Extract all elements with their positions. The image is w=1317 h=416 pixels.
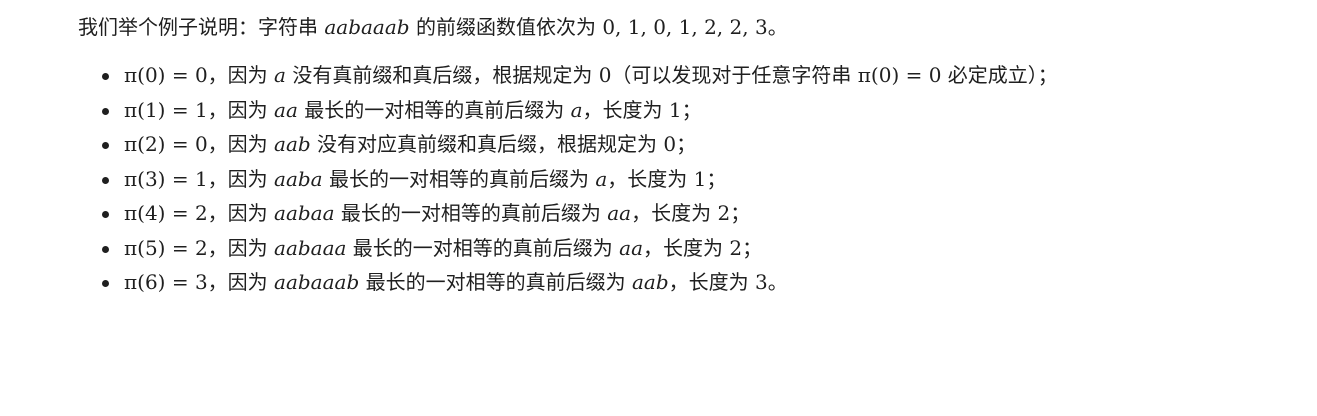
item-value: 0 xyxy=(598,63,612,87)
bullet-icon xyxy=(102,142,109,149)
item-text: 没有真前缀和真后缀，根据规定为 xyxy=(285,63,599,87)
intro-prefix: 我们举个例子说明：字符串 xyxy=(78,15,325,39)
item-text: ； xyxy=(730,201,751,225)
item-text: ； xyxy=(706,166,727,191)
item-equation: π(5) = 2 xyxy=(124,235,208,260)
document-content: 我们举个例子说明：字符串 aabaaab 的前缀函数值依次为 0, 1, 0, … xyxy=(78,10,1258,300)
item-text: ，长度为 xyxy=(643,235,730,260)
item-value: 0 xyxy=(663,132,677,156)
list-item: π(0) = 0，因为 a 没有真前缀和真后缀，根据规定为 0（可以发现对于任意… xyxy=(78,58,1258,93)
prefix-function-list: π(0) = 0，因为 a 没有真前缀和真后缀，根据规定为 0（可以发现对于任意… xyxy=(78,58,1258,300)
item-string: aa xyxy=(274,97,298,122)
list-item: π(5) = 2，因为 aabaaa 最长的一对相等的真前后缀为 aa，长度为 … xyxy=(78,231,1258,266)
item-text: 必定成立）； xyxy=(941,63,1058,87)
item-string: aabaa xyxy=(274,201,335,225)
item-text: 最长的一对相等的真前后缀为 xyxy=(322,166,596,191)
item-border: a xyxy=(570,97,583,122)
bullet-icon xyxy=(102,73,109,80)
item-equation: π(0) = 0 xyxy=(124,63,208,87)
item-equation: π(4) = 2 xyxy=(124,201,208,225)
list-item: π(4) = 2，因为 aabaa 最长的一对相等的真前后缀为 aa，长度为 2… xyxy=(78,196,1258,231)
item-text: ，长度为 xyxy=(668,270,755,294)
item-text: 没有对应真前缀和真后缀，根据规定为 xyxy=(310,132,664,156)
item-text: 最长的一对相等的真前后缀为 xyxy=(297,97,571,122)
item-text: ，因为 xyxy=(207,270,275,294)
list-item: π(1) = 1，因为 aa 最长的一对相等的真前后缀为 a，长度为 1； xyxy=(78,93,1258,128)
item-border: aab xyxy=(631,270,669,294)
list-item: π(3) = 1，因为 aaba 最长的一对相等的真前后缀为 a，长度为 1； xyxy=(78,162,1258,197)
item-value: 1 xyxy=(668,97,682,122)
item-text: ，因为 xyxy=(207,132,275,156)
item-text: ，长度为 xyxy=(607,166,694,191)
item-string: aab xyxy=(274,132,311,156)
item-text: ，因为 xyxy=(207,97,275,122)
item-border: a xyxy=(595,166,608,191)
bullet-icon xyxy=(102,176,109,184)
item-text: ； xyxy=(681,97,702,122)
item-equation: π(3) = 1 xyxy=(124,166,208,191)
item-text: ，因为 xyxy=(207,63,275,87)
bullet-icon xyxy=(102,280,109,287)
item-equation: π(2) = 0 xyxy=(124,132,208,156)
item-text: ； xyxy=(676,132,697,156)
item-value: 2 xyxy=(729,235,743,260)
item-string: a xyxy=(274,63,286,87)
bullet-icon xyxy=(102,211,109,218)
item-border: aa xyxy=(619,235,644,260)
item-text: ，因为 xyxy=(207,166,275,191)
item-text: 最长的一对相等的真前后缀为 xyxy=(346,235,620,260)
bullet-icon xyxy=(102,245,109,253)
item-string: aabaaa xyxy=(274,235,347,260)
item-equation: π(1) = 1 xyxy=(124,97,208,122)
item-string: aabaaab xyxy=(274,270,360,294)
item-border: aa xyxy=(607,201,632,225)
intro-middle: 的前缀函数值依次为 xyxy=(409,15,603,39)
intro-values: 0, 1, 0, 1, 2, 2, 3 xyxy=(602,15,768,39)
list-item: π(6) = 3，因为 aabaaab 最长的一对相等的真前后缀为 aab，长度… xyxy=(78,265,1258,300)
intro-string: aabaaab xyxy=(324,15,410,39)
item-text: （可以发现对于任意字符串 xyxy=(611,63,858,87)
item-value: 3 xyxy=(755,270,768,294)
bullet-icon xyxy=(102,107,109,115)
item-equation: π(0) = 0 xyxy=(857,63,942,87)
item-text: ，因为 xyxy=(207,235,275,260)
item-string: aaba xyxy=(274,166,323,191)
item-text: 最长的一对相等的真前后缀为 xyxy=(359,270,632,294)
item-value: 2 xyxy=(717,201,731,225)
item-equation: π(6) = 3 xyxy=(124,270,208,294)
list-item: π(2) = 0，因为 aab 没有对应真前缀和真后缀，根据规定为 0； xyxy=(78,127,1258,162)
item-text: ，因为 xyxy=(207,201,275,225)
item-text: ，长度为 xyxy=(631,201,718,225)
item-text: 。 xyxy=(767,270,788,294)
item-value: 1 xyxy=(693,166,707,191)
item-text: ； xyxy=(742,235,763,260)
item-text: ，长度为 xyxy=(582,97,669,122)
intro-paragraph: 我们举个例子说明：字符串 aabaaab 的前缀函数值依次为 0, 1, 0, … xyxy=(78,10,1258,44)
intro-suffix: 。 xyxy=(767,15,788,39)
item-text: 最长的一对相等的真前后缀为 xyxy=(334,201,608,225)
